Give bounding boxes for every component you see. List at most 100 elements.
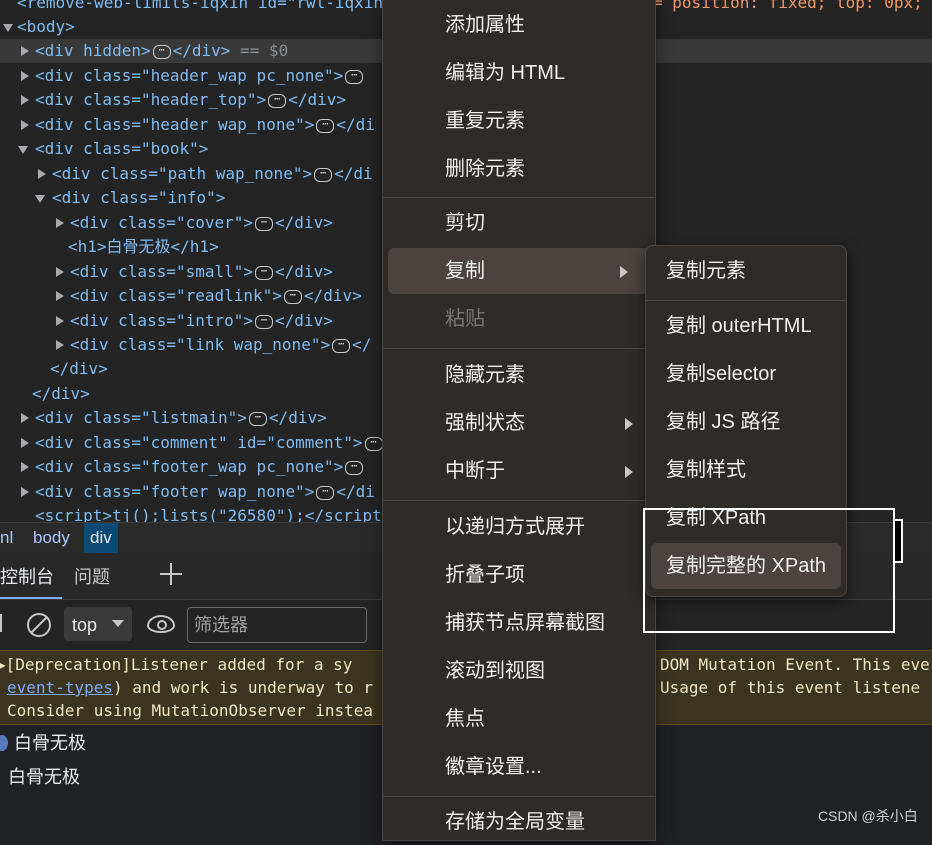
menu-item-capture-node-screenshot[interactable]: 捕获节点屏幕截图 <box>383 600 655 646</box>
menu-item-cut[interactable]: 剪切 <box>383 200 655 246</box>
menu-item-expand-recursively[interactable]: 以递归方式展开 <box>383 504 655 550</box>
tree-text: <div class="header_top"> <box>35 90 267 109</box>
filter-input[interactable] <box>187 607 367 643</box>
tree-close-tag: </div> <box>275 311 333 330</box>
collapsed-triangle-icon[interactable] <box>21 438 29 448</box>
tree-text: <div class="footer wap_none"> <box>35 482 315 501</box>
collapsed-triangle-icon[interactable] <box>21 46 29 56</box>
tree-close-tag: </di <box>336 115 375 134</box>
warning-line-1[interactable]: ▶[Deprecation]Listener added for a sy <box>0 653 352 676</box>
menu-item-duplicate-element[interactable]: 重复元素 <box>383 98 655 144</box>
menu-item-copy-element[interactable]: 复制元素 <box>646 248 846 294</box>
event-types-link[interactable]: event-types <box>7 678 113 697</box>
menu-item-copy-selector[interactable]: 复制selector <box>646 351 846 397</box>
chevron-right-icon <box>620 266 628 278</box>
tree-text: <div class="header_wap pc_none"> <box>35 66 344 85</box>
menu-separator <box>383 500 655 501</box>
add-tab-icon[interactable] <box>160 563 182 585</box>
tree-close-tag: </div> <box>288 90 346 109</box>
collapsed-triangle-icon[interactable] <box>56 291 64 301</box>
menu-item-break-on-label: 中断于 <box>445 460 505 482</box>
tree-close-tag: </div> <box>172 41 231 60</box>
menu-item-scroll-into-view[interactable]: 滚动到视图 <box>383 648 655 694</box>
tree-text: <h1>白骨无极</h1> <box>68 237 219 256</box>
tree-text-tail: = position: fixed; top: 0px; <box>653 0 923 12</box>
tab-console[interactable]: 控制台 <box>0 553 62 599</box>
tree-text: <div class="info"> <box>52 188 226 207</box>
chevron-right-icon <box>625 418 633 430</box>
tree-text: <div class="cover"> <box>70 213 254 232</box>
menu-separator <box>383 796 655 797</box>
collapsed-triangle-icon[interactable] <box>21 487 29 497</box>
menu-item-add-attribute[interactable]: 添加属性 <box>383 2 655 48</box>
menu-item-store-as-global-variable[interactable]: 存储为全局变量 <box>383 799 655 845</box>
menu-item-delete-element[interactable]: 删除元素 <box>383 146 655 192</box>
clear-console-icon[interactable] <box>27 613 51 637</box>
tree-close-tag: </di <box>334 164 373 183</box>
ellipsis-icon[interactable]: ⋯ <box>248 411 267 426</box>
log-text[interactable]: 白骨无极 <box>14 727 86 759</box>
menu-item-hide-element[interactable]: 隐藏元素 <box>383 352 655 398</box>
expand-triangle-icon[interactable] <box>3 24 13 32</box>
menu-item-edit-as-html[interactable]: 编辑为 HTML <box>383 50 655 96</box>
warning-line-2: ) and work is underway to r <box>112 678 374 697</box>
ellipsis-icon[interactable]: ⋯ <box>255 216 274 231</box>
ellipsis-icon[interactable]: ⋯ <box>345 460 364 475</box>
ellipsis-icon[interactable]: ⋯ <box>332 338 351 353</box>
log-text[interactable]: 白骨无极 <box>8 761 80 793</box>
tree-text: <div class="intro"> <box>70 311 254 330</box>
log-badge-icon <box>0 735 8 751</box>
ellipsis-icon[interactable]: ⋯ <box>268 93 287 108</box>
menu-item-copy-js-path[interactable]: 复制 JS 路径 <box>646 399 846 445</box>
tree-text: <div class="listmain"> <box>35 408 247 427</box>
menu-item-collapse-children[interactable]: 折叠子项 <box>383 552 655 598</box>
breadcrumb-item-html[interactable]: nl <box>0 523 19 553</box>
menu-item-force-state[interactable]: 强制状态 <box>383 400 655 446</box>
collapsed-triangle-icon[interactable] <box>21 71 29 81</box>
collapsed-triangle-icon[interactable] <box>56 267 64 277</box>
expand-triangle-icon[interactable] <box>18 146 28 154</box>
sidebar-toggle-icon[interactable] <box>0 614 2 632</box>
collapsed-triangle-icon[interactable] <box>56 340 64 350</box>
ellipsis-icon[interactable]: ⋯ <box>316 118 335 133</box>
collapsed-triangle-icon[interactable] <box>56 316 64 326</box>
collapsed-triangle-icon[interactable] <box>21 413 29 423</box>
menu-separator <box>383 348 655 349</box>
menu-item-break-on[interactable]: 中断于 <box>383 448 655 494</box>
ellipsis-icon[interactable]: ⋯ <box>345 69 364 84</box>
menu-separator <box>646 300 846 301</box>
chevron-down-icon <box>112 620 124 627</box>
menu-separator <box>383 197 655 198</box>
eye-icon[interactable] <box>147 615 175 633</box>
tree-close-tag: </div> <box>275 262 333 281</box>
tree-text: <remove-web-limits-iqxin id="rwl-iqxin" <box>17 0 393 12</box>
ellipsis-icon[interactable]: ⋯ <box>283 289 302 304</box>
dollar-zero-marker: == $0 <box>240 41 289 60</box>
ellipsis-icon[interactable]: ⋯ <box>255 265 274 280</box>
breadcrumb-item-div[interactable]: div <box>84 523 118 553</box>
collapsed-triangle-icon[interactable] <box>56 218 64 228</box>
collapsed-triangle-icon[interactable] <box>21 95 29 105</box>
menu-item-focus[interactable]: 焦点 <box>383 696 655 742</box>
collapsed-triangle-icon[interactable] <box>21 462 29 472</box>
ellipsis-icon[interactable]: ⋯ <box>152 44 171 59</box>
tree-text: <div hidden> <box>35 41 151 60</box>
menu-item-copy[interactable]: 复制 <box>388 248 650 294</box>
ellipsis-icon[interactable]: ⋯ <box>255 314 274 329</box>
expand-triangle-icon[interactable] <box>35 195 45 203</box>
menu-item-badge-settings[interactable]: 徽章设置... <box>383 744 655 790</box>
menu-item-force-state-label: 强制状态 <box>445 412 525 434</box>
ellipsis-icon[interactable]: ⋯ <box>316 485 335 500</box>
breadcrumb-item-body[interactable]: body <box>27 523 76 553</box>
menu-item-copy-outerhtml[interactable]: 复制 outerHTML <box>646 303 846 349</box>
tree-text: <div class="footer_wap pc_none"> <box>35 457 344 476</box>
context-selector[interactable]: top <box>64 607 132 641</box>
ellipsis-icon[interactable]: ⋯ <box>364 436 383 451</box>
collapsed-triangle-icon[interactable] <box>38 169 46 179</box>
collapsed-triangle-icon[interactable] <box>21 120 29 130</box>
tree-close-tag: </di <box>336 482 375 501</box>
menu-item-copy-styles[interactable]: 复制样式 <box>646 447 846 493</box>
ellipsis-icon[interactable]: ⋯ <box>314 167 333 182</box>
tree-close-tag: </div> <box>303 286 362 305</box>
tab-issues[interactable]: 问题 <box>74 553 110 599</box>
